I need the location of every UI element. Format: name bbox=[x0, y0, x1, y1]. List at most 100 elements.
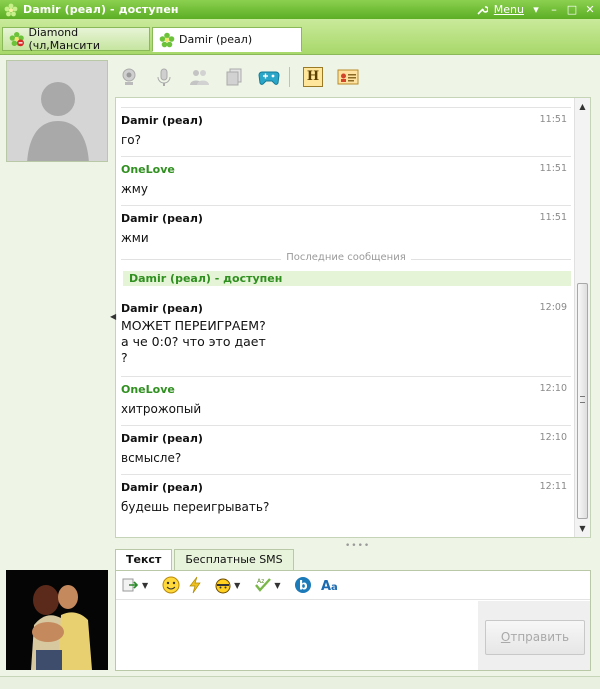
message-input[interactable] bbox=[116, 601, 478, 670]
bold-button[interactable]: b bbox=[294, 575, 312, 595]
message-line: МОЖЕТ ПЕРЕИГРАЕМ? bbox=[121, 318, 266, 333]
maximize-button[interactable]: □ bbox=[566, 3, 578, 16]
tab-label: Diamond (чл,Мансити bbox=[28, 26, 100, 52]
send-button[interactable]: Отправить bbox=[485, 620, 585, 655]
message-item: Damir (реал) 11:51 го? bbox=[121, 114, 571, 148]
scroll-grip-icon bbox=[580, 396, 585, 403]
format-b-icon: b bbox=[295, 577, 312, 593]
message-sender: Damir (реал) bbox=[121, 432, 203, 445]
svg-text:b: b bbox=[299, 579, 308, 593]
message-text: всмысле? bbox=[121, 451, 182, 465]
tab-free-sms[interactable]: Бесплатные SMS bbox=[174, 549, 294, 571]
contact-avatar[interactable] bbox=[6, 60, 108, 162]
message-text: МОЖЕТ ПЕРЕИГРАЕМ? а че 0:0? что это дает… bbox=[121, 318, 571, 366]
history-icon[interactable]: H bbox=[302, 66, 324, 88]
font-button[interactable]: Aa bbox=[320, 575, 342, 595]
message-divider bbox=[121, 156, 571, 157]
message-time: 11:51 bbox=[539, 212, 567, 223]
status-line: Damir (реал) - доступен bbox=[123, 271, 571, 286]
message-sender: Damir (реал) bbox=[121, 302, 203, 315]
send-label: тправить bbox=[510, 630, 570, 644]
message-time: 11:51 bbox=[539, 114, 567, 125]
message-divider bbox=[121, 474, 571, 475]
svg-text:a: a bbox=[331, 582, 338, 593]
message-line: ? bbox=[121, 350, 128, 365]
message-text: будешь переигрывать? bbox=[121, 500, 270, 514]
message-text: го? bbox=[121, 133, 142, 147]
tab-damir[interactable]: Damir (реал) bbox=[152, 27, 302, 52]
menu-button[interactable]: Menu bbox=[494, 3, 524, 16]
webcam-icon[interactable] bbox=[118, 66, 140, 88]
svg-text:A: A bbox=[321, 579, 331, 594]
wakeup-button[interactable] bbox=[188, 575, 202, 595]
chat-scrollbar[interactable]: ▲ ▼ bbox=[574, 98, 590, 537]
input-tabs: Текст Бесплатные SMS bbox=[115, 549, 296, 571]
files-icon[interactable] bbox=[223, 66, 245, 88]
window-title: Damir (реал) - доступен bbox=[23, 3, 179, 16]
chat-log[interactable]: Damir (реал) 11:51 го? OneLove 11:51 жму… bbox=[115, 97, 591, 538]
smiley-icon bbox=[162, 576, 180, 594]
contact-toolbar: H bbox=[118, 64, 372, 90]
translit-button[interactable]: Az ▼ bbox=[254, 575, 280, 595]
chevron-down-icon: ▼ bbox=[234, 580, 241, 590]
message-composer: ▼ ▼ Az ▼ b Aa Отправить bbox=[115, 570, 591, 671]
flower-online-icon bbox=[159, 32, 175, 47]
lightning-icon bbox=[189, 576, 201, 594]
message-text: жму bbox=[121, 182, 148, 196]
close-button[interactable]: ✕ bbox=[584, 3, 596, 16]
tab-diamond[interactable]: Diamond (чл,Мансити bbox=[2, 26, 150, 52]
send-file-icon bbox=[122, 578, 139, 592]
message-divider bbox=[121, 425, 571, 426]
animated-smiley-button[interactable]: ▼ bbox=[214, 575, 240, 595]
message-sender: OneLove bbox=[121, 163, 175, 176]
tab-text[interactable]: Текст bbox=[115, 549, 173, 571]
tab-label: Damir (реал) bbox=[179, 33, 253, 46]
send-file-button[interactable]: ▼ bbox=[122, 575, 148, 595]
scroll-thumb[interactable] bbox=[577, 283, 588, 519]
message-item: OneLove 11:51 жму bbox=[121, 163, 571, 197]
svg-text:Az: Az bbox=[257, 578, 264, 585]
translit-icon: Az bbox=[255, 578, 272, 592]
title-bar: Damir (реал) - доступен Menu ▾ – □ ✕ bbox=[0, 0, 600, 19]
message-time: 12:09 bbox=[539, 302, 567, 313]
message-sender: Damir (реал) bbox=[121, 481, 203, 494]
message-sender: OneLove bbox=[121, 383, 175, 396]
menu-chevron-icon[interactable]: ▾ bbox=[530, 3, 542, 16]
history-letter: H bbox=[303, 67, 323, 87]
conference-icon[interactable] bbox=[188, 66, 210, 88]
message-time: 12:11 bbox=[539, 481, 567, 492]
message-time: 12:10 bbox=[539, 432, 567, 443]
message-sender: Damir (реал) bbox=[121, 114, 203, 127]
message-line: а че 0:0? что это дает bbox=[121, 334, 266, 349]
message-item: Damir (реал) 12:09 МОЖЕТ ПЕРЕИГРАЕМ? а ч… bbox=[121, 302, 571, 366]
scroll-down-arrow-icon[interactable]: ▼ bbox=[578, 524, 587, 533]
message-divider bbox=[121, 205, 571, 206]
message-item: Damir (реал) 12:11 будешь переигрывать? bbox=[121, 481, 571, 515]
default-avatar-icon bbox=[7, 61, 107, 161]
composer-toolbar: ▼ ▼ Az ▼ b Aa bbox=[116, 571, 590, 600]
wrench-icon[interactable] bbox=[476, 4, 488, 16]
scroll-up-arrow-icon[interactable]: ▲ bbox=[578, 102, 587, 111]
message-item: OneLove 12:10 хитрожопый bbox=[121, 383, 571, 417]
minimize-button[interactable]: – bbox=[548, 3, 560, 16]
flower-offline-icon bbox=[9, 31, 24, 47]
splitter-handle-icon[interactable]: •••• bbox=[345, 541, 370, 551]
own-avatar-photo[interactable] bbox=[6, 570, 108, 670]
send-label-underlined: О bbox=[500, 630, 511, 644]
collapse-sidebar-arrow-icon[interactable]: ◀ bbox=[110, 312, 116, 321]
chevron-down-icon: ▼ bbox=[142, 580, 149, 590]
message-sender: Damir (реал) bbox=[121, 212, 203, 225]
contact-card-icon[interactable] bbox=[337, 66, 359, 88]
send-area: Отправить bbox=[478, 601, 590, 670]
status-bar bbox=[0, 676, 600, 689]
photo-image bbox=[6, 570, 108, 670]
chevron-down-icon: ▼ bbox=[274, 580, 281, 590]
microphone-icon[interactable] bbox=[153, 66, 175, 88]
message-text: жми bbox=[121, 231, 149, 245]
message-item: Damir (реал) 11:51 жми bbox=[121, 212, 571, 246]
bee-smiley-icon bbox=[215, 578, 231, 594]
gamepad-icon[interactable] bbox=[258, 66, 280, 88]
message-text: хитрожопый bbox=[121, 402, 202, 416]
smiley-button[interactable] bbox=[162, 575, 180, 595]
message-time: 12:10 bbox=[539, 383, 567, 394]
